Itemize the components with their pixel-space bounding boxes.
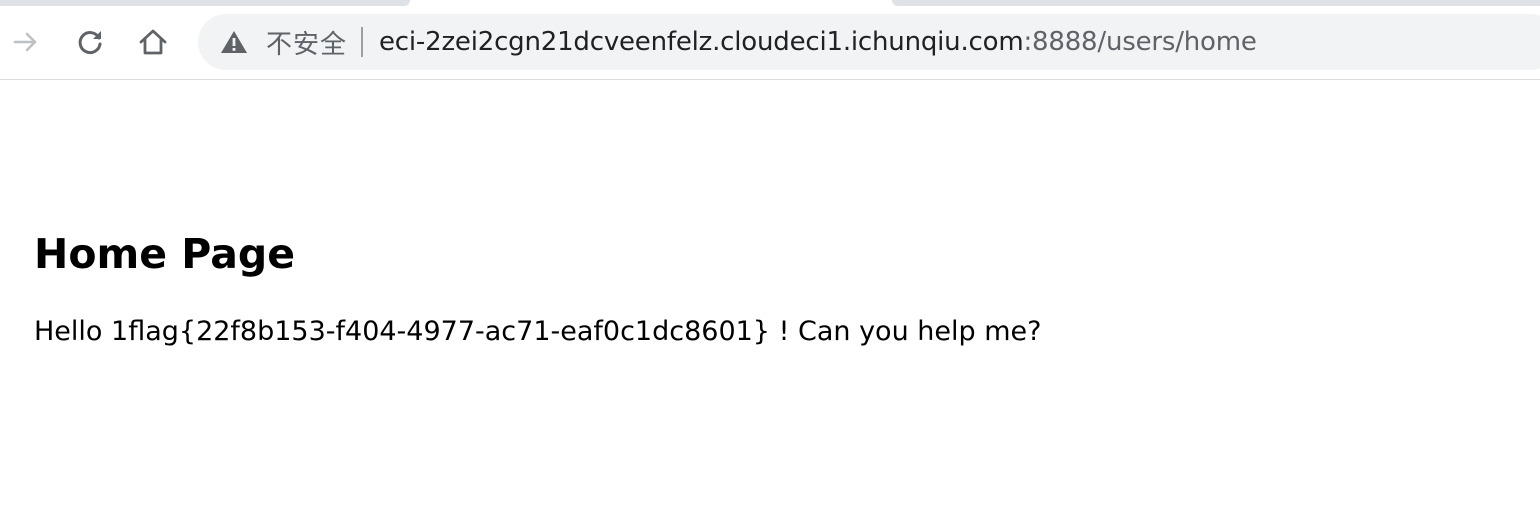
security-indicator[interactable]: 不安全 <box>198 14 347 70</box>
tab-strip-left <box>0 0 410 6</box>
page-message: Hello 1flag{22f8b153-f404-4977-ac71-eaf0… <box>34 316 1042 347</box>
warning-triangle-icon <box>221 31 247 53</box>
home-icon <box>139 29 167 55</box>
home-button[interactable] <box>133 22 173 62</box>
tab-strip-right <box>892 0 1540 6</box>
page-title: Home Page <box>34 230 296 278</box>
url-text[interactable]: eci-2zei2cgn21dcveenfelz.cloudeci1.ichun… <box>379 27 1257 57</box>
security-label: 不安全 <box>266 29 348 60</box>
reload-button[interactable] <box>70 22 110 62</box>
address-bar[interactable]: 不安全 eci-2zei2cgn21dcveenfelz.cloudeci1.i… <box>198 14 1540 70</box>
arrow-forward-icon <box>13 32 37 52</box>
url-host: eci-2zei2cgn21dcveenfelz.cloudeci1.ichun… <box>379 27 1024 57</box>
forward-button[interactable] <box>6 22 46 62</box>
reload-icon <box>78 31 102 54</box>
omnibox-divider <box>361 27 364 57</box>
url-path: :8888/users/home <box>1023 27 1257 57</box>
browser-toolbar: 不安全 eci-2zei2cgn21dcveenfelz.cloudeci1.i… <box>0 0 1540 80</box>
